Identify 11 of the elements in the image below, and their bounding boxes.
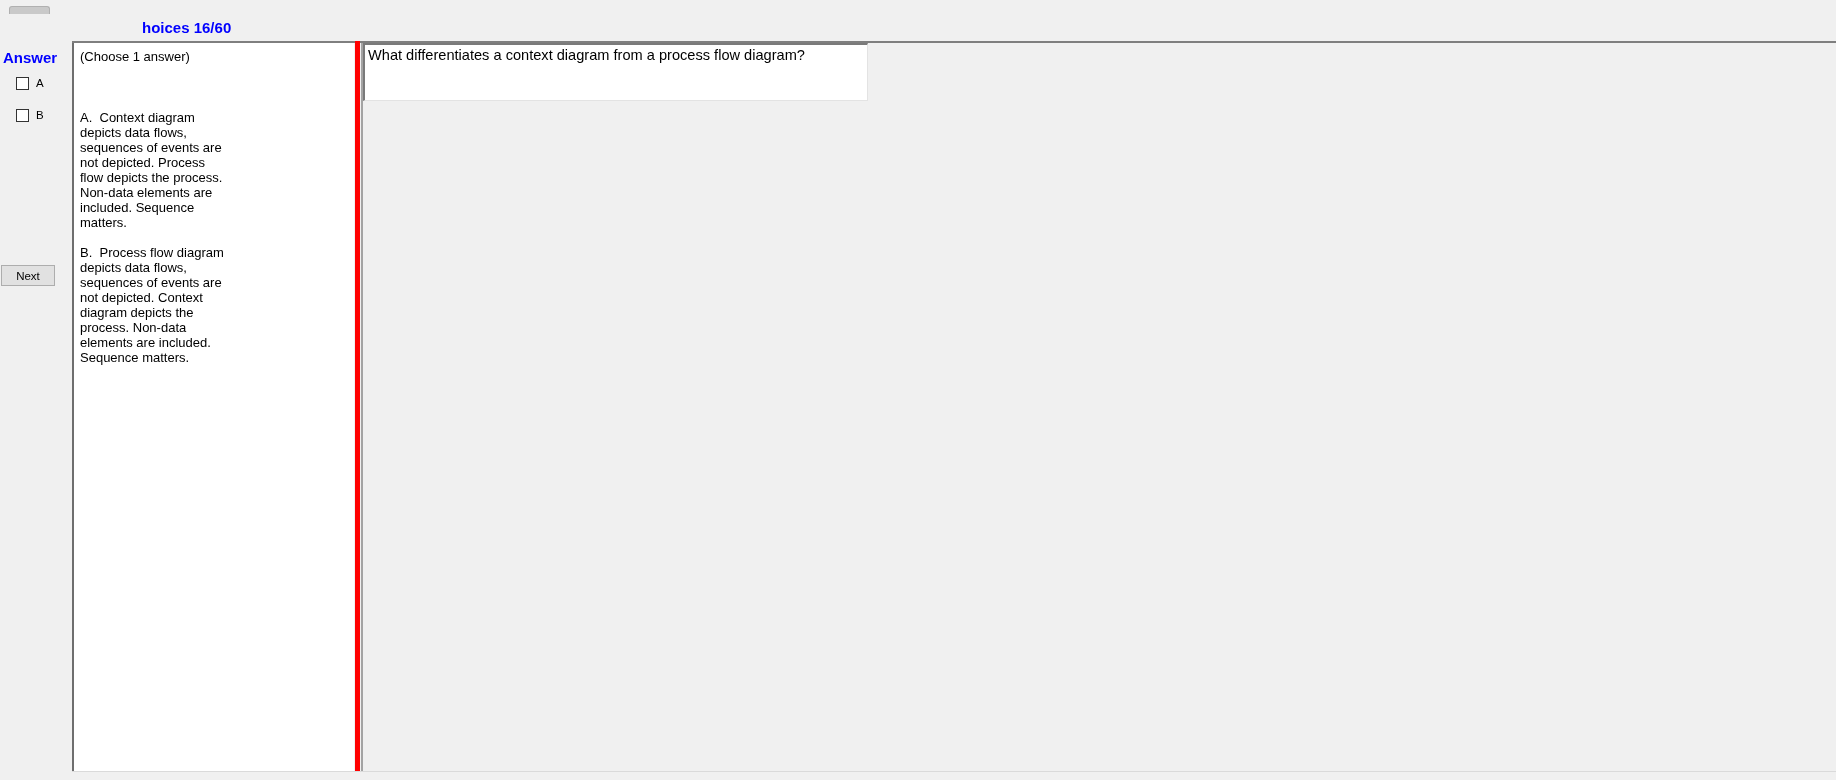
answer-option-text: B. Process flow diagram depicts data flows, sequences of events are not depicted. Context diagram depicts the process. Non-data elements are included. Sequence matters.: [80, 245, 225, 365]
checkbox[interactable]: [16, 77, 29, 90]
next-button[interactable]: Next: [1, 265, 55, 286]
answer-heading: Answer: [3, 49, 58, 66]
checkbox-label[interactable]: B: [36, 109, 44, 122]
checkbox-label[interactable]: A: [36, 77, 44, 90]
answer-option-text: A. Context diagram depicts data flows, sequences of events are not depicted. Process flow depicts the process. Non-data elements are included. Sequence matters.: [80, 110, 224, 230]
section-title: hoices 16/60: [142, 19, 232, 36]
checkbox[interactable]: [16, 109, 29, 122]
question-text: What differentiates a context diagram from a process flow diagram?: [363, 43, 868, 101]
instruction-text: (Choose 1 answer): [80, 49, 190, 64]
